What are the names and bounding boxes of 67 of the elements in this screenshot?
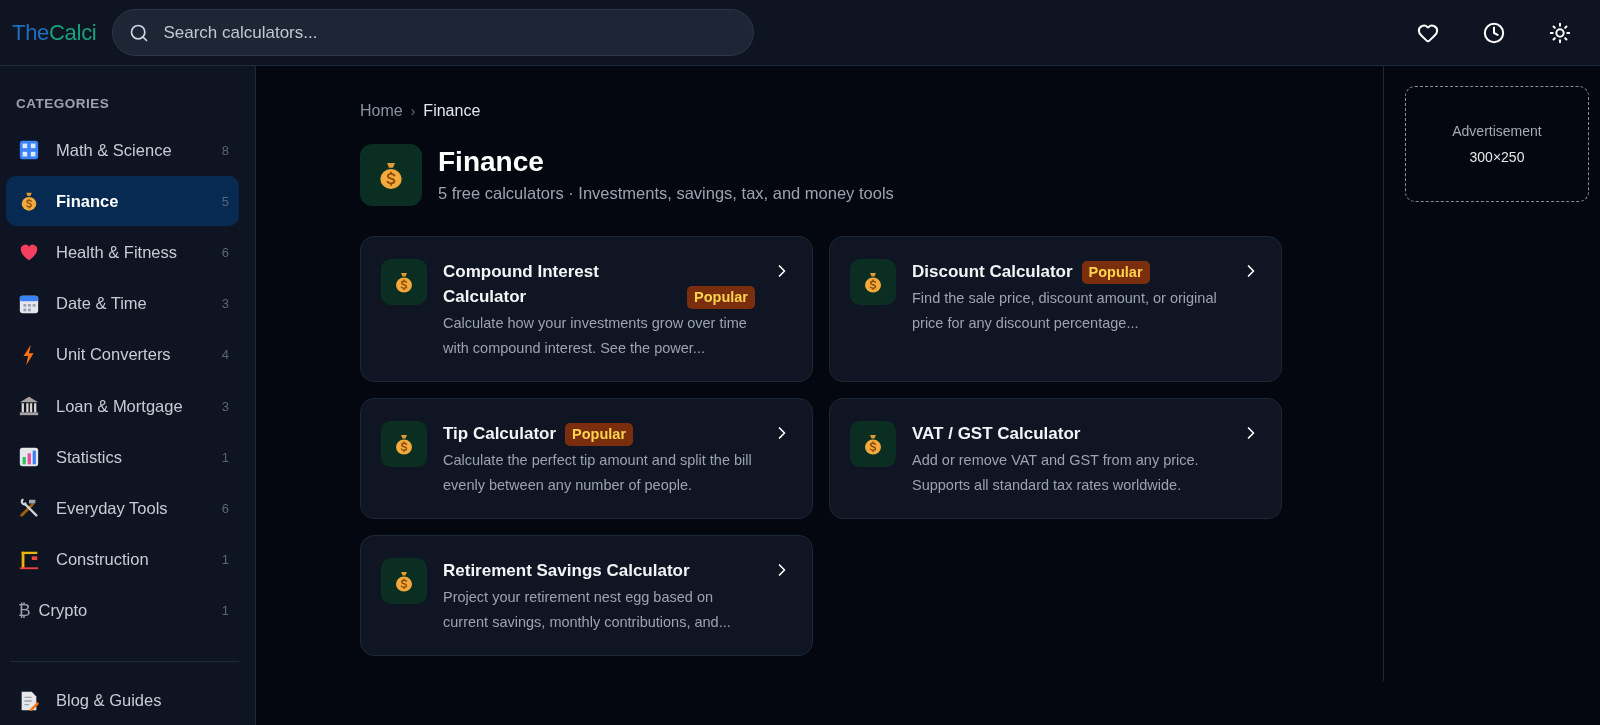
hammer-wrench-icon [18, 497, 40, 520]
clock-icon [1483, 21, 1505, 44]
popular-badge: Popular [687, 286, 755, 309]
page-title: Finance [438, 146, 545, 178]
category-label: Date & Time [56, 294, 148, 314]
category-item[interactable]: Unit Converters 4 [6, 329, 239, 380]
category-label: Loan & Mortgage [56, 396, 184, 416]
calculator-card[interactable]: Tip Calculator Popular Calculate the perfect tip amount and split the bill evenly between any number of people. [360, 398, 813, 519]
category-label: Math & Science [56, 140, 173, 160]
category-item[interactable]: Health & Fitness 6 [6, 227, 239, 278]
logo-wordmark[interactable]: TheCalci [12, 19, 97, 46]
category-count: 1 [221, 552, 229, 568]
category-count: 3 [221, 296, 229, 312]
search-icon [129, 22, 150, 43]
breadcrumb-link[interactable]: Finance [423, 102, 481, 120]
popular-badge: Popular [565, 423, 634, 446]
category-item[interactable]: Math & Science 8 [6, 125, 239, 176]
bitcoin-symbol: ₿ [18, 600, 31, 621]
card-description: Project your retirement nest egg based on current savings, monthly contributions, and... [443, 588, 732, 632]
category-item[interactable]: Finance 5 [6, 176, 239, 227]
category-item[interactable]: Date & Time 3 [6, 278, 239, 329]
category-label: Everyday Tools [56, 498, 169, 518]
sidebar-heading: CATEGORIES [15, 96, 111, 111]
category-count: 8 [221, 142, 229, 158]
sun-icon [1549, 21, 1571, 44]
category-count: 3 [221, 398, 229, 414]
breadcrumb-separator: › [410, 103, 416, 119]
category-count: 6 [221, 500, 229, 516]
calculator-card[interactable]: Retirement Savings Calculator Project your retirement nest egg based on current savings, monthly contributions, and... [360, 535, 813, 656]
breadcrumb-link[interactable]: Home [360, 102, 403, 120]
category-label: Statistics [56, 447, 124, 467]
category-count: 5 [221, 193, 229, 209]
card-description: Calculate how your investments grow over time with compound interest. See the power... [443, 314, 748, 358]
card-title: Compound Interest Calculator [443, 261, 600, 308]
category-label: Unit Converters [56, 345, 172, 365]
card-title: Tip Calculator [443, 423, 557, 445]
category-label: Finance [56, 191, 120, 211]
blog-link[interactable]: Blog & Guides [6, 679, 239, 722]
number-grid-icon [18, 139, 40, 162]
category-item[interactable]: Everyday Tools 6 [6, 483, 239, 534]
ad-label: Advertisement [1452, 123, 1542, 139]
ad-size: 300×250 [1469, 149, 1525, 165]
card-title: VAT / GST Calculator [912, 423, 1081, 445]
card-title: Discount Calculator [912, 261, 1073, 283]
category-count: 1 [221, 449, 229, 465]
category-item[interactable]: ₿ Crypto 1 [6, 585, 239, 636]
card-title: Retirement Savings Calculator [443, 560, 690, 582]
category-label: Crypto [38, 601, 89, 621]
bank-building-icon [18, 395, 40, 418]
category-item[interactable]: Loan & Mortgage 3 [6, 380, 239, 432]
page-subtitle: 5 free calculators · Investments, savings, tax, and money tools [438, 184, 894, 203]
card-description: Find the sale price, discount amount, or original price for any discount percentage... [912, 289, 1218, 333]
category-item[interactable]: Statistics 1 [6, 432, 239, 483]
category-item[interactable]: Construction 1 [6, 534, 239, 585]
calculator-card[interactable]: Discount Calculator Popular Find the sale price, discount amount, or original price for any discount percentage... [829, 236, 1282, 382]
calculator-card[interactable]: Compound Interest Calculator Popular Calculate how your investments grow over time with compound interest. See the power... [360, 236, 813, 382]
category-count: 6 [221, 244, 229, 260]
blog-link-label: Blog & Guides [56, 691, 162, 711]
category-label: Construction [56, 550, 150, 570]
bar-chart-icon [18, 446, 40, 469]
category-count: 1 [221, 603, 229, 619]
category-label: Health & Fitness [56, 242, 179, 262]
card-description: Add or remove VAT and GST from any price. Supports all standard tax rates worldwide. [912, 451, 1200, 495]
category-count: 4 [221, 347, 229, 363]
calculator-card[interactable]: VAT / GST Calculator Add or remove VAT and GST from any price. Supports all standard tax rates worldwide. [829, 398, 1282, 519]
card-description: Calculate the perfect tip amount and split the bill evenly between any number of people. [443, 451, 753, 495]
popular-badge: Popular [1081, 261, 1150, 284]
